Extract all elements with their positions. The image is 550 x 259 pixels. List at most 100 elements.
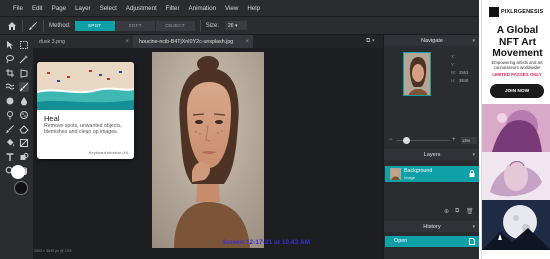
- home-icon[interactable]: [7, 21, 17, 31]
- w-value: 2553: [459, 70, 469, 75]
- lock-icon[interactable]: [469, 170, 475, 177]
- lasso-icon[interactable]: [5, 54, 15, 64]
- zoom-control: − + 13%: [389, 136, 477, 144]
- size-label: Size:: [205, 22, 220, 29]
- window-arrange-icon[interactable]: ⧉ ▾: [366, 38, 374, 45]
- document-icon: [469, 238, 475, 245]
- menu-adjustment[interactable]: Adjustment: [126, 5, 157, 12]
- layers-title: Layers: [423, 151, 441, 158]
- tab-dusk[interactable]: dusk 3.png ×: [33, 35, 133, 48]
- method-spot-button[interactable]: SPOT: [74, 20, 115, 31]
- navigate-title: Navigate: [420, 37, 444, 44]
- gradient-icon[interactable]: [19, 138, 29, 148]
- h-label: H:: [451, 78, 456, 83]
- ad-subtext: Empowering artists and art connoisseurs …: [491, 60, 543, 71]
- beach-thumbnail: [37, 62, 134, 110]
- layer-row[interactable]: Background Image: [385, 166, 479, 182]
- wand-icon[interactable]: [19, 54, 29, 64]
- menu-select[interactable]: Select: [100, 5, 117, 12]
- fill-icon[interactable]: [5, 138, 15, 148]
- history-item[interactable]: Open: [385, 236, 479, 247]
- zoom-out-icon[interactable]: −: [389, 137, 395, 143]
- portrait-image[interactable]: [152, 52, 264, 248]
- navigator-thumbnail[interactable]: [403, 52, 431, 96]
- background-color-swatch[interactable]: [14, 181, 28, 195]
- pixlr-logo-icon: [489, 7, 499, 17]
- tab-label: houcine-ncib-B4TjXnI0Y2c-unsplash.jpg: [139, 38, 234, 45]
- marquee-icon[interactable]: [19, 40, 29, 50]
- history-panel-header[interactable]: History ▾: [384, 221, 479, 232]
- tools-panel: [0, 35, 33, 259]
- ad-artwork-3: [482, 200, 550, 250]
- navigator-info: X: Y: W: 2553 H: 3840: [451, 53, 468, 85]
- menu-bar: File Edit Page Layer Select Adjustment F…: [0, 0, 479, 16]
- menu-edit[interactable]: Edit: [32, 5, 43, 12]
- foreground-color-swatch[interactable]: [11, 165, 25, 179]
- x-label: X:: [451, 54, 455, 59]
- layer-type: Image: [404, 175, 416, 180]
- join-now-button[interactable]: JOIN NOW: [490, 84, 544, 98]
- add-layer-icon[interactable]: ⊕: [444, 208, 449, 215]
- heal-tool-tooltip: Heal Remove spots, unwanted objects, ble…: [37, 62, 134, 159]
- divider: [22, 19, 23, 32]
- zoom-slider[interactable]: [397, 136, 450, 144]
- advertisement-panel[interactable]: PIXLRGENESIS A Global NFT Art Movement E…: [481, 0, 550, 259]
- close-icon[interactable]: ×: [125, 39, 129, 45]
- heal-icon[interactable]: [19, 82, 29, 92]
- perspective-icon[interactable]: [19, 68, 29, 78]
- move-icon[interactable]: [5, 40, 15, 50]
- zoom-value[interactable]: 13%: [461, 136, 477, 144]
- brush-tool-icon[interactable]: [5, 124, 15, 134]
- ad-headline: A Global NFT Art Movement: [492, 25, 543, 59]
- chevron-down-icon[interactable]: ▾: [472, 152, 475, 158]
- chevron-down-icon[interactable]: ▾: [472, 224, 475, 230]
- menu-filter[interactable]: Filter: [166, 5, 180, 12]
- method-label: Method:: [49, 22, 71, 29]
- blur-icon[interactable]: [19, 96, 29, 106]
- crop-icon[interactable]: [5, 68, 15, 78]
- navigate-panel-header[interactable]: Navigate ▾: [384, 35, 479, 46]
- ad-artwork-2: [482, 152, 550, 200]
- eraser-icon[interactable]: [19, 124, 29, 134]
- menu-layer[interactable]: Layer: [75, 5, 90, 12]
- zoom-slider-handle[interactable]: [403, 136, 411, 144]
- layer-thumbnail: [390, 168, 401, 180]
- close-icon[interactable]: ×: [245, 39, 249, 45]
- menu-animation[interactable]: Animation: [189, 5, 217, 12]
- tooltip-description: Remove spots, unwanted objects, blemishe…: [44, 123, 122, 136]
- clone-icon[interactable]: [5, 96, 15, 106]
- shape-icon[interactable]: [19, 152, 29, 162]
- y-label: Y:: [451, 62, 455, 67]
- ad-brand: PIXLRGENESIS: [501, 9, 544, 15]
- layers-panel-header[interactable]: Layers ▾: [384, 149, 479, 160]
- history-item-label: Open: [394, 238, 408, 244]
- menu-help[interactable]: Help: [247, 5, 260, 12]
- duplicate-layer-icon[interactable]: ⧉: [455, 208, 459, 215]
- history-title: History: [423, 223, 441, 230]
- divider: [199, 19, 201, 32]
- right-panels: Navigate ▾ X: Y: W: 2553 H: 3840 − + 13% L…: [383, 35, 479, 259]
- tooltip-shortcut: Keyboard shortcut (H): [88, 150, 128, 155]
- screenshot-watermark: Screen 12-17-21 at 10.43 AM: [222, 239, 311, 246]
- size-dropdown[interactable]: 26 ▾: [225, 21, 248, 30]
- text-icon[interactable]: [5, 152, 15, 162]
- chevron-down-icon[interactable]: ▾: [472, 38, 475, 44]
- method-object-button[interactable]: OBJECT: [154, 20, 195, 31]
- h-value: 3840: [459, 78, 469, 83]
- menu-page[interactable]: Page: [52, 5, 66, 12]
- sponge-icon[interactable]: [19, 110, 29, 120]
- method-soft-button[interactable]: SOFT: [114, 20, 155, 31]
- liquify-icon[interactable]: [5, 82, 15, 92]
- delete-layer-icon[interactable]: 🗑: [466, 208, 474, 215]
- tab-portrait[interactable]: houcine-ncib-B4TjXnI0Y2c-unsplash.jpg ×: [133, 35, 253, 48]
- zoom-in-icon[interactable]: +: [452, 137, 458, 143]
- brush-icon: [28, 21, 38, 31]
- menu-file[interactable]: File: [13, 5, 23, 12]
- dodge-icon[interactable]: [5, 110, 15, 120]
- ad-limited: LIMITED PASSES ONLY: [492, 72, 542, 77]
- ad-artwork-1: [482, 104, 550, 152]
- tooltip-title: Heal: [44, 114, 60, 123]
- w-label: W:: [451, 70, 457, 75]
- status-bar: 2553 × 3840 px @ 13%: [34, 249, 72, 253]
- menu-view[interactable]: View: [225, 5, 238, 12]
